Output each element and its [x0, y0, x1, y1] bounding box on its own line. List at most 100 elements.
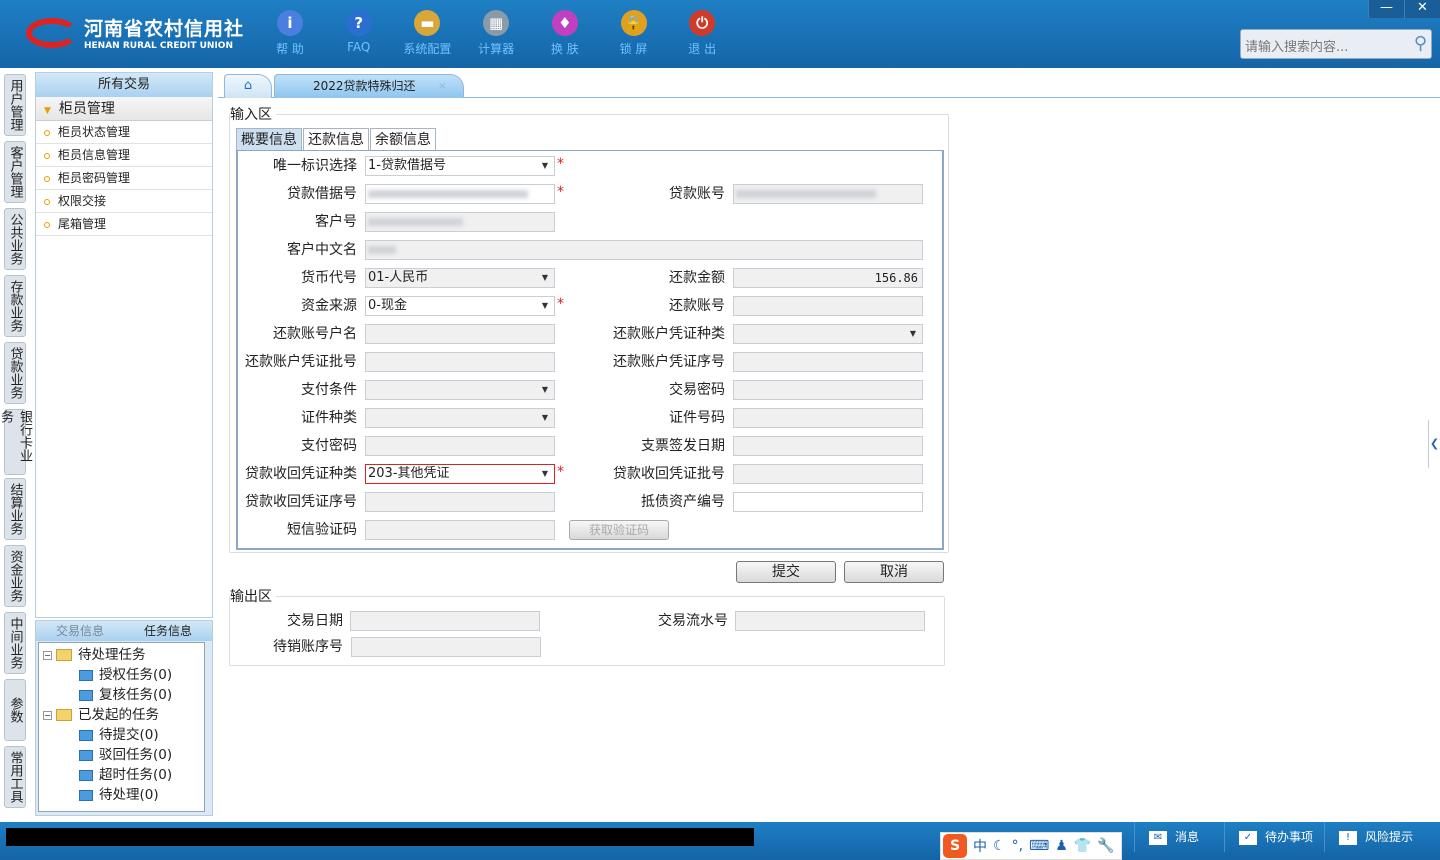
module-tab[interactable]: 中间业务 [4, 612, 26, 674]
toolbar-help-button[interactable]: ? FAQ [329, 10, 389, 54]
field-value: 203-其他凭证 [368, 466, 450, 481]
asset-no-field[interactable] [733, 492, 923, 512]
module-tab[interactable]: 常用工具 [4, 746, 26, 808]
bullet-icon [44, 199, 50, 205]
close-button[interactable]: ✕ [1404, 0, 1440, 18]
repay-acct-name-field [365, 324, 555, 344]
tree-node-label: 驳回任务(0) [99, 747, 173, 763]
close-tab-icon[interactable]: × [438, 75, 447, 97]
minimize-button[interactable]: — [1368, 0, 1404, 18]
loan-no-field[interactable] [365, 184, 555, 204]
sidebar-group-teller[interactable]: ▼ 柜员管理 [36, 97, 212, 121]
ime-mode[interactable]: 中 [973, 836, 987, 856]
todo-button[interactable]: ✓ 待办事项 [1224, 822, 1324, 852]
module-tab[interactable]: 客户管理 [4, 141, 26, 203]
toolbar-label: 系统配置 [403, 42, 452, 56]
fund-source-select[interactable]: 0-现金 ▼ [365, 296, 555, 316]
sidebar-item[interactable]: 权限交接 [36, 190, 212, 213]
tab-loan-repay[interactable]: 2022贷款特殊归还 × [274, 74, 464, 98]
loan-acct-label: 贷款账号 [669, 186, 725, 202]
tree-node[interactable]: 驳回任务(0) [39, 745, 204, 765]
subtab-summary[interactable]: 概要信息 [236, 128, 302, 150]
recv-type-label: 贷款收回凭证种类 [245, 466, 357, 482]
unique-id-label: 唯一标识选择 [273, 158, 357, 174]
module-tab[interactable]: 存款业务 [4, 275, 26, 337]
chevron-down-icon[interactable]: ▼ [536, 465, 554, 483]
tree-node[interactable]: 复核任务(0) [39, 685, 204, 705]
get-sms-code-button[interactable]: 获取验证码 [569, 520, 669, 540]
recv-seq-label: 贷款收回凭证序号 [245, 494, 357, 510]
field-value: 156.86 [874, 271, 918, 285]
required-icon: * [557, 156, 564, 172]
cust-name-field [365, 240, 923, 260]
module-tab[interactable]: 银行卡业务 [0, 409, 32, 475]
chevron-down-icon[interactable]: ▼ [536, 157, 554, 175]
tree-node[interactable]: − 已发起的任务 [39, 705, 204, 725]
module-tab[interactable]: 资金业务 [4, 545, 26, 607]
tab-home[interactable]: ⌂ [224, 74, 272, 98]
expand-icon: ▼ [44, 106, 51, 116]
ime-tool-icon[interactable]: 👕 [1074, 838, 1091, 854]
id-no-field [733, 408, 923, 428]
sidebar: 所有交易 ▼ 柜员管理 柜员状态管理柜员信息管理 柜员密码管理 权限交接尾箱管理 [35, 72, 213, 618]
chevron-down-icon[interactable]: ▼ [904, 325, 922, 343]
subtab-balance[interactable]: 余额信息 [370, 128, 436, 150]
collapse-icon[interactable]: − [43, 650, 52, 660]
sogou-logo: S [943, 834, 967, 858]
cust-no-field [365, 212, 555, 232]
module-tabs: 用户管理客户管理公共业务存款业务贷款业务银行卡业务结算业务资金业务中间业务参数常… [0, 72, 32, 812]
sidebar-item-label: 柜员状态管理 [58, 125, 131, 139]
risk-label: 风险提示 [1365, 830, 1414, 844]
collapse-icon[interactable]: − [43, 710, 52, 720]
module-tab[interactable]: 贷款业务 [4, 342, 26, 404]
ime-toolbar[interactable]: S 中 ☾ °, ⌨ ♟ 👕 🔧 [940, 832, 1122, 860]
toolbar-lock-button[interactable]: 🔒 锁 屏 [604, 10, 664, 57]
module-tab[interactable]: 结算业务 [4, 478, 26, 540]
task-icon [79, 729, 93, 741]
sidebar-item[interactable]: 柜员密码管理 [36, 167, 212, 190]
toolbar-calculator-button[interactable]: ▦ 计算器 [466, 10, 526, 57]
tree-node[interactable]: 待处理(0) [39, 785, 204, 805]
toolbar-info-button[interactable]: i 帮 助 [260, 10, 320, 57]
todo-label: 待办事项 [1265, 830, 1314, 844]
ime-tool-icon[interactable]: °, [1012, 838, 1023, 854]
toolbar-power-button[interactable]: ⏻ 退 出 [672, 10, 732, 57]
subtab-repayment[interactable]: 还款信息 [303, 128, 369, 150]
recv-type-select[interactable]: 203-其他凭证 ▼ [365, 464, 555, 484]
sidebar-item[interactable]: 柜员状态管理 [36, 121, 212, 144]
module-tab[interactable]: 用户管理 [4, 74, 26, 136]
sidebar-item-label: 尾箱管理 [58, 217, 107, 231]
tree-node[interactable]: − 待处理任务 [39, 645, 204, 665]
tab-trade-info[interactable]: 交易信息 [36, 621, 124, 641]
sidebar-title[interactable]: 所有交易 [36, 73, 212, 97]
sidebar-item[interactable]: 尾箱管理 [36, 213, 212, 236]
search-icon[interactable]: ⚲ [1414, 33, 1427, 54]
ime-tool-icon[interactable]: ⌨ [1029, 838, 1049, 854]
ime-tool-icon[interactable]: ♟ [1055, 838, 1068, 854]
logo-title: 河南省农村信用社 [84, 18, 245, 40]
risk-button[interactable]: ! 风险提示 [1324, 822, 1440, 852]
tree-node[interactable]: 授权任务(0) [39, 665, 204, 685]
chevron-down-icon[interactable]: ▼ [536, 381, 554, 399]
loan-no-label: 贷款借据号 [287, 186, 357, 202]
sidebar-item[interactable]: 柜员信息管理 [36, 144, 212, 167]
chevron-down-icon[interactable]: ▼ [536, 409, 554, 427]
chevron-down-icon[interactable]: ▼ [536, 269, 554, 287]
search-input[interactable]: 请输入搜索内容... ⚲ [1240, 29, 1432, 59]
repay-acct-name-label: 还款账号户名 [273, 326, 357, 342]
tree-node[interactable]: 待提交(0) [39, 725, 204, 745]
unique-id-select[interactable]: 1-贷款借据号 ▼ [365, 156, 555, 176]
cancel-button[interactable]: 取消 [844, 561, 944, 583]
chevron-down-icon[interactable]: ▼ [536, 297, 554, 315]
tree-node[interactable]: 超时任务(0) [39, 765, 204, 785]
module-tab[interactable]: 参数 [4, 679, 26, 741]
ime-tool-icon[interactable]: 🔧 [1097, 838, 1114, 854]
collapse-handle[interactable]: ❮ [1428, 420, 1440, 468]
toolbar-shirt-button[interactable]: ♦ 换 肤 [535, 10, 595, 57]
messages-button[interactable]: ✉ 消息 [1134, 822, 1224, 852]
id-no-label: 证件号码 [669, 410, 725, 426]
ime-tool-icon[interactable]: ☾ [993, 838, 1006, 854]
submit-button[interactable]: 提交 [736, 561, 836, 583]
module-tab[interactable]: 公共业务 [4, 208, 26, 270]
toolbar-toolbox-button[interactable]: ▬ 系统配置 [397, 10, 457, 57]
